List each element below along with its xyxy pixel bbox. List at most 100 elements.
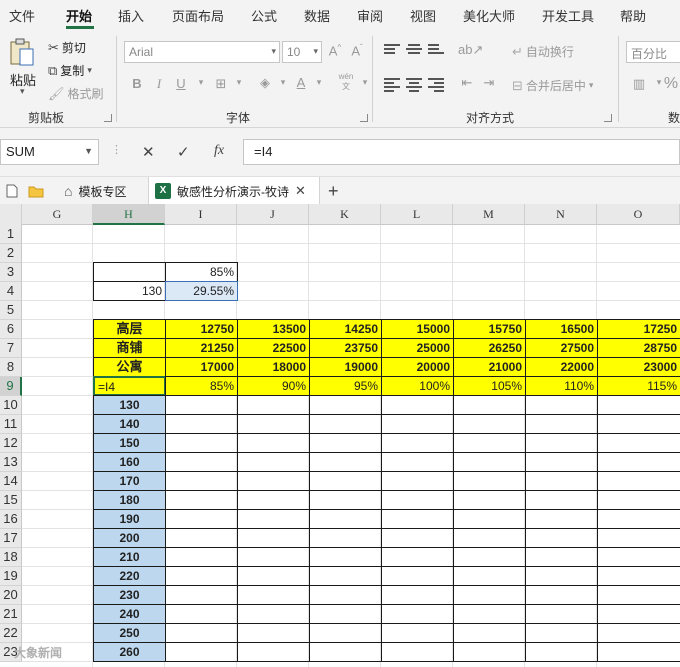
cell-O23[interactable] <box>597 642 680 662</box>
cell-H7[interactable]: 商铺 <box>93 338 166 358</box>
cell-M21[interactable] <box>453 604 526 624</box>
cell-M9[interactable]: 105% <box>453 376 526 396</box>
name-box[interactable]: SUM ▼ <box>0 139 99 165</box>
number-format-dropdown[interactable]: 百分比 <box>626 41 680 63</box>
cell-O10[interactable] <box>597 395 680 415</box>
cell-O19[interactable] <box>597 566 680 586</box>
cell-K11[interactable] <box>309 414 382 434</box>
cell-M22[interactable] <box>453 623 526 643</box>
cell-O20[interactable] <box>597 585 680 605</box>
cell-M7[interactable]: 26250 <box>453 338 526 358</box>
decrease-font-icon[interactable]: Aˇ <box>348 43 366 58</box>
cell-I8[interactable]: 17000 <box>165 357 238 377</box>
wrap-text-button[interactable]: ↵ 自动换行 <box>512 43 574 60</box>
cell-I18[interactable] <box>165 547 238 567</box>
col-header-J[interactable]: J <box>237 204 309 225</box>
cell-I21[interactable] <box>165 604 238 624</box>
row-header-17[interactable]: 17 <box>0 529 22 548</box>
cell-N9[interactable]: 110% <box>525 376 598 396</box>
cell-I19[interactable] <box>165 566 238 586</box>
font-name-dropdown[interactable]: Arial ▾ <box>124 41 280 63</box>
cell-N14[interactable] <box>525 471 598 491</box>
cell-J16[interactable] <box>237 509 310 529</box>
tab-workbook[interactable]: X 敏感性分析演示-牧诗 ✕ <box>148 177 320 205</box>
increase-font-icon[interactable]: A^ <box>326 43 344 58</box>
cell-N19[interactable] <box>525 566 598 586</box>
row-header-3[interactable]: 3 <box>0 263 22 282</box>
row-header-20[interactable]: 20 <box>0 586 22 605</box>
cell-I12[interactable] <box>165 433 238 453</box>
cell-J8[interactable]: 18000 <box>237 357 310 377</box>
cell-H19[interactable]: 220 <box>93 566 166 586</box>
cell-I7[interactable]: 21250 <box>165 338 238 358</box>
cell-O18[interactable] <box>597 547 680 567</box>
formula-input[interactable]: =I4 <box>243 139 680 165</box>
cell-N16[interactable] <box>525 509 598 529</box>
cut-button[interactable]: ✂ 剪切 <box>48 39 86 56</box>
cell-H15[interactable]: 180 <box>93 490 166 510</box>
align-top-icon[interactable] <box>384 44 400 56</box>
col-header-H[interactable]: H <box>93 204 165 225</box>
cell-L21[interactable] <box>381 604 454 624</box>
cell-M11[interactable] <box>453 414 526 434</box>
cell-H4[interactable]: 130 <box>93 281 166 301</box>
cell-J13[interactable] <box>237 452 310 472</box>
col-header-M[interactable]: M <box>453 204 525 225</box>
close-icon[interactable]: ✕ <box>142 143 155 161</box>
cell-K15[interactable] <box>309 490 382 510</box>
row-header-4[interactable]: 4 <box>0 282 22 301</box>
orientation-icon[interactable]: ab↗ <box>458 42 483 58</box>
cell-M17[interactable] <box>453 528 526 548</box>
cell-K16[interactable] <box>309 509 382 529</box>
cell-L20[interactable] <box>381 585 454 605</box>
cell-N23[interactable] <box>525 642 598 662</box>
underline-button[interactable]: U <box>172 76 190 91</box>
cell-I14[interactable] <box>165 471 238 491</box>
cell-H9[interactable]: =I4 <box>93 376 166 396</box>
menu-beautify[interactable]: 美化大师 <box>463 6 515 25</box>
row-header-13[interactable]: 13 <box>0 453 22 472</box>
cell-I3[interactable]: 85% <box>165 262 238 282</box>
cell-L10[interactable] <box>381 395 454 415</box>
cell-L12[interactable] <box>381 433 454 453</box>
cell-N13[interactable] <box>525 452 598 472</box>
cell-N7[interactable]: 27500 <box>525 338 598 358</box>
new-file-icon[interactable] <box>0 177 24 205</box>
cell-L9[interactable]: 100% <box>381 376 454 396</box>
cell-L8[interactable]: 20000 <box>381 357 454 377</box>
cell-M15[interactable] <box>453 490 526 510</box>
cell-L7[interactable]: 25000 <box>381 338 454 358</box>
copy-dropdown-icon[interactable]: ▾ <box>87 65 92 76</box>
cell-K14[interactable] <box>309 471 382 491</box>
cell-L22[interactable] <box>381 623 454 643</box>
cell-I13[interactable] <box>165 452 238 472</box>
increase-indent-icon[interactable]: ⇥ <box>480 75 498 91</box>
row-header-14[interactable]: 14 <box>0 472 22 491</box>
row-header-22[interactable]: 22 <box>0 624 22 643</box>
row-header-1[interactable]: 1 <box>0 225 22 244</box>
add-tab-icon[interactable]: + <box>322 177 345 205</box>
cell-L13[interactable] <box>381 452 454 472</box>
cell-J14[interactable] <box>237 471 310 491</box>
paste-dropdown-icon[interactable]: ▾ <box>20 86 25 97</box>
clipboard-launcher-icon[interactable] <box>104 114 112 122</box>
cell-J18[interactable] <box>237 547 310 567</box>
cell-M8[interactable]: 21000 <box>453 357 526 377</box>
cell-J7[interactable]: 22500 <box>237 338 310 358</box>
cell-K7[interactable]: 23750 <box>309 338 382 358</box>
cell-K22[interactable] <box>309 623 382 643</box>
cell-K10[interactable] <box>309 395 382 415</box>
menu-help[interactable]: 帮助 <box>620 6 646 25</box>
cell-M19[interactable] <box>453 566 526 586</box>
borders-icon[interactable]: ⊞ <box>212 76 230 92</box>
cell-H17[interactable]: 200 <box>93 528 166 548</box>
cell-K20[interactable] <box>309 585 382 605</box>
row-header-19[interactable]: 19 <box>0 567 22 586</box>
cell-I6[interactable]: 12750 <box>165 319 238 339</box>
italic-button[interactable]: I <box>150 76 168 92</box>
cell-K17[interactable] <box>309 528 382 548</box>
menu-file[interactable]: 文件 <box>9 6 35 25</box>
cell-M14[interactable] <box>453 471 526 491</box>
underline-dropdown-icon[interactable]: ▾ <box>192 77 210 88</box>
percent-button[interactable]: % <box>662 75 680 93</box>
